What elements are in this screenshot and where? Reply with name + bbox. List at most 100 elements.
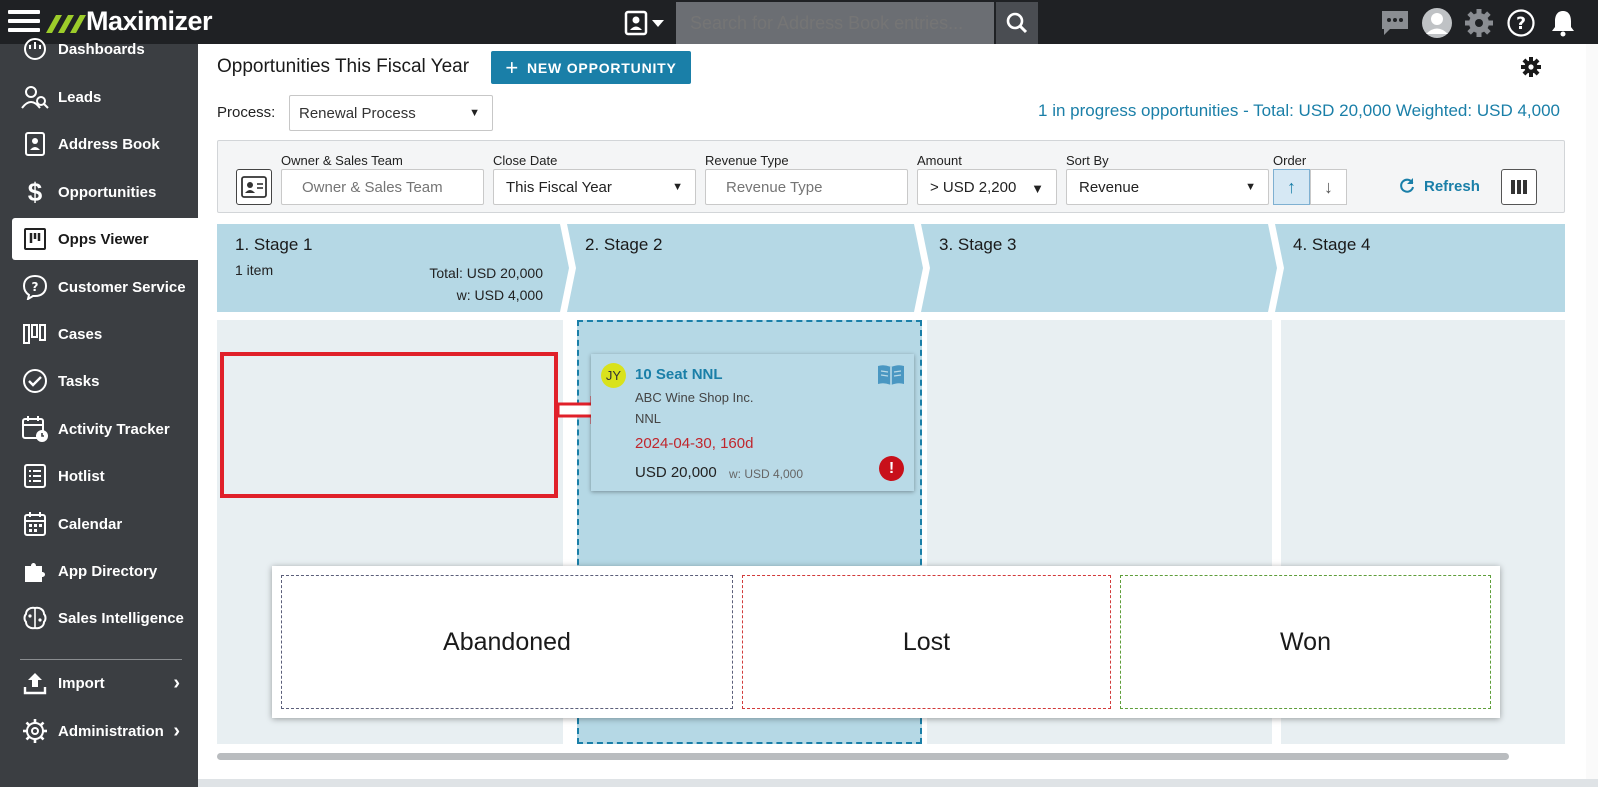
sidebar-divider (20, 659, 182, 660)
process-select[interactable]: Renewal Process ▼ (289, 95, 493, 131)
stage-header-2: 2. Stage 2 (567, 224, 923, 312)
close-date-select[interactable]: This Fiscal Year ▼ (493, 169, 696, 205)
main-content: Opportunities This Fiscal Year + NEW OPP… (198, 44, 1586, 779)
brain-icon (20, 603, 50, 633)
stage-header-4: 4. Stage 4 (1275, 224, 1565, 312)
owner-sales-team-input[interactable] (281, 169, 484, 205)
filter-bar: Owner & Sales Team Close Date This Fisca… (217, 140, 1565, 213)
new-opportunity-button[interactable]: + NEW OPPORTUNITY (491, 51, 691, 84)
sidebar-item-label: Opportunities (58, 183, 157, 201)
search-input[interactable] (676, 2, 994, 44)
sidebar-item-label: Hotlist (58, 467, 105, 485)
amount-value: > USD 2,200 (930, 179, 1017, 196)
list-icon (20, 461, 50, 491)
refresh-button[interactable]: Refresh (1398, 177, 1480, 195)
new-opportunity-label: NEW OPPORTUNITY (526, 59, 677, 76)
search-button[interactable] (996, 2, 1038, 44)
notifications-bell-icon[interactable] (1546, 6, 1580, 40)
company-name: ABC Wine Shop Inc. (635, 390, 754, 405)
leads-icon (20, 82, 50, 112)
caret-down-icon: ▼ (672, 181, 683, 193)
plus-icon: + (505, 54, 519, 80)
top-bar: Maximizer Search for Address Book entrie… (0, 0, 1598, 44)
columns-toggle-button[interactable] (1501, 169, 1537, 205)
sidebar-item-import[interactable]: Import › (12, 662, 198, 704)
opportunity-card[interactable]: JY 10 Seat NNL ABC Wine Shop Inc. NNL 20… (591, 354, 914, 491)
contact-card-icon (624, 10, 664, 36)
kanban-icon (20, 224, 50, 254)
vertical-scrollbar[interactable] (1586, 44, 1598, 779)
sidebar-item-label: Address Book (58, 135, 160, 153)
sort-by-select[interactable]: Revenue ▼ (1066, 169, 1269, 205)
horizontal-scrollbar[interactable] (217, 753, 1509, 760)
sidebar-item-label: App Directory (58, 562, 158, 580)
sidebar-item-label: Import (58, 674, 105, 692)
refresh-label: Refresh (1424, 177, 1480, 195)
order-label: Order (1273, 153, 1307, 168)
sidebar-item-opps-viewer[interactable]: Opps Viewer (12, 218, 198, 260)
opportunities-summary: 1 in progress opportunities - Total: USD… (1038, 101, 1560, 120)
close-date: 2024-04-30, 160d (635, 435, 754, 452)
sidebar-item-activity-tracker[interactable]: Activity Tracker (12, 408, 198, 450)
amount-select[interactable]: > USD 2,200 ▼ (917, 169, 1057, 205)
arrow-up-icon: ↑ (1287, 176, 1296, 197)
process-label: Process: (217, 104, 276, 121)
sidebar-item-label: Customer Service (58, 278, 186, 296)
arrow-down-icon: ↓ (1324, 176, 1333, 197)
svg-text:?: ? (1516, 14, 1526, 34)
sidebar-item-sales-intelligence[interactable]: Sales Intelligence (12, 597, 198, 639)
sidebar-item-label: Activity Tracker (58, 420, 170, 438)
stage-name: 4. Stage 4 (1293, 235, 1371, 254)
sort-by-value: Revenue (1079, 179, 1140, 196)
owner-avatar: JY (601, 363, 626, 388)
chat-icon[interactable] (1378, 6, 1412, 40)
sidebar-item-address-book[interactable]: Address Book (12, 123, 198, 165)
sidebar-item-hotlist[interactable]: Hotlist (12, 455, 198, 497)
sidebar-item-label: Cases (58, 325, 103, 343)
sidebar-item-customer-service[interactable]: ? Customer Service (12, 266, 198, 308)
help-icon[interactable]: ? (1504, 6, 1538, 40)
weighted-amount: w: USD 4,000 (729, 467, 804, 481)
stage-name: 3. Stage 3 (939, 235, 1017, 254)
book-icon[interactable] (876, 363, 906, 387)
sort-by-label: Sort By (1066, 153, 1109, 168)
close-date-value: This Fiscal Year (506, 179, 612, 196)
sidebar-item-opportunities[interactable]: $ Opportunities (12, 171, 198, 213)
drag-source-highlight (220, 352, 558, 498)
won-drop-zone[interactable]: Won (1120, 575, 1491, 709)
upload-icon (20, 668, 50, 698)
lost-drop-zone[interactable]: Lost (742, 575, 1111, 709)
sidebar-item-label: Tasks (58, 372, 100, 390)
sidebar-item-label: Calendar (58, 515, 123, 533)
revenue-type-input[interactable] (705, 169, 908, 205)
sidebar-item-tasks[interactable]: Tasks (12, 360, 198, 402)
chevron-right-icon[interactable]: › (173, 720, 180, 743)
sidebar-item-leads[interactable]: Leads (12, 76, 198, 118)
order-descending-button[interactable]: ↓ (1310, 169, 1347, 205)
order-ascending-button[interactable]: ↑ (1273, 169, 1310, 205)
stage-name: 2. Stage 2 (585, 235, 663, 254)
contact-filter-icon[interactable] (236, 169, 272, 205)
sidebar-item-dashboards[interactable]: Dashboards (12, 28, 198, 70)
sidebar-item-administration[interactable]: Administration › (12, 710, 198, 752)
check-circle-icon (20, 366, 50, 396)
contact-type-switch[interactable] (624, 10, 674, 36)
opportunity-title[interactable]: 10 Seat NNL (635, 366, 723, 383)
view-settings-gear-icon[interactable] (1520, 56, 1542, 78)
stage-totals: Total: USD 20,000 w: USD 4,000 (429, 262, 543, 306)
settings-gear-icon[interactable] (1462, 6, 1496, 40)
abandoned-drop-zone[interactable]: Abandoned (281, 575, 733, 709)
stage-total: Total: USD 20,000 (429, 265, 543, 281)
sidebar-item-label: Leads (58, 88, 102, 106)
sidebar: Dashboards Leads Address Book $ Opportun… (0, 38, 198, 787)
alert-icon[interactable]: ! (879, 456, 904, 481)
sidebar-item-label: Sales Intelligence (58, 609, 184, 627)
avatar-icon[interactable] (1420, 6, 1454, 40)
dollar-icon: $ (27, 176, 43, 207)
sidebar-item-calendar[interactable]: Calendar (12, 503, 198, 545)
chevron-right-icon[interactable]: › (173, 672, 180, 695)
sidebar-item-cases[interactable]: Cases (12, 313, 198, 355)
page-title: Opportunities This Fiscal Year (217, 56, 470, 77)
search-icon (1006, 12, 1028, 34)
sidebar-item-app-directory[interactable]: App Directory (12, 550, 198, 592)
